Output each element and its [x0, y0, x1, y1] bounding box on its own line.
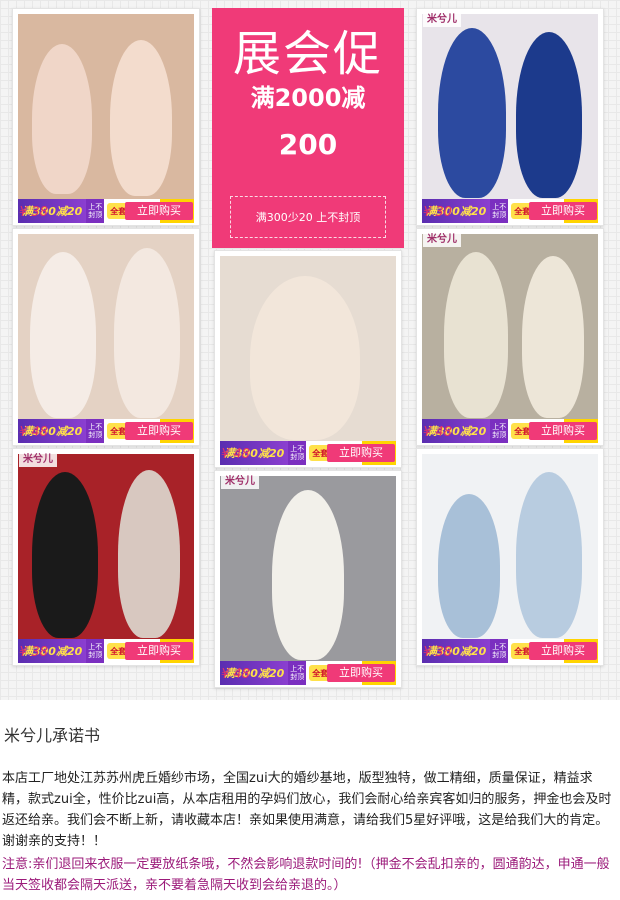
- banner-tag: 上不 封顶: [490, 639, 509, 663]
- buy-now-button[interactable]: 立即购买: [327, 444, 395, 462]
- product-card[interactable]: 满300减20 上不封顶 全套配齐 38 ¥ 38 立即购买: [12, 8, 200, 226]
- product-card[interactable]: 米兮儿 满300减20 上不封顶 全套配齐 58 ¥ 48 立即购买: [416, 228, 604, 446]
- banner-tag: 上不 封顶: [86, 199, 105, 223]
- product-card[interactable]: 米兮儿 满300减20 上不封顶 全套配齐 38 ¥ 38 立即购买: [12, 448, 200, 666]
- product-price: ¥ 30: [423, 205, 452, 220]
- product-price: ¥ 48: [423, 425, 452, 440]
- buy-now-button[interactable]: 立即购买: [529, 642, 597, 660]
- product-price: ¥ 38: [19, 645, 48, 660]
- product-price: ¥ 38: [423, 645, 452, 660]
- banner-tag: 上不 封顶: [288, 441, 307, 465]
- buy-now-button[interactable]: 立即购买: [125, 642, 193, 660]
- commitment-body: 本店工厂地处江苏苏州虎丘婚纱市场，全国zui大的婚纱基地，版型独特，做工精细，质…: [2, 771, 612, 849]
- promo-headline: 展会促: [232, 26, 383, 82]
- promo-amount: 200: [278, 128, 338, 161]
- product-price: ¥ 48: [221, 667, 250, 682]
- buy-now-button[interactable]: 立即购买: [529, 202, 597, 220]
- promo-subline: 满2000减: [250, 84, 366, 112]
- promo-tile[interactable]: 展会促 满2000减 200 满300少20 上不封顶: [212, 8, 404, 248]
- buy-now-button[interactable]: 立即购买: [529, 422, 597, 440]
- product-price: ¥ 48: [19, 425, 48, 440]
- commitment-title: 米兮儿承诺书: [4, 726, 101, 745]
- product-photo[interactable]: [18, 14, 194, 199]
- product-photo[interactable]: [220, 256, 396, 441]
- product-photo[interactable]: [18, 454, 194, 639]
- return-note: 注意:亲们退回来衣服一定要放纸条哦，不然会影响退款时间的!（押金不会乱扣亲的，圆…: [2, 857, 610, 893]
- product-grid: 满300减20 上不封顶 全套配齐 38 ¥ 38 立即购买 展会促 满2000…: [0, 0, 620, 700]
- product-price: ¥ 48: [221, 447, 250, 462]
- brand-logo: 米兮儿: [19, 453, 57, 467]
- buy-now-button[interactable]: 立即购买: [125, 422, 193, 440]
- product-photo[interactable]: [422, 454, 598, 639]
- buy-now-button[interactable]: 立即购买: [327, 664, 395, 682]
- banner-tag: 上不 封顶: [86, 639, 105, 663]
- brand-logo: 米兮儿: [423, 13, 461, 27]
- brand-logo: 米兮儿: [423, 233, 461, 247]
- brand-logo: 米兮儿: [221, 475, 259, 489]
- product-card[interactable]: 满300减20 上不封顶 全套配齐 48 ¥ 48 立即购买: [12, 228, 200, 446]
- product-card[interactable]: 满300减20 上不封顶 全套配齐 35 ¥ 38 立即购买: [416, 448, 604, 666]
- product-photo[interactable]: [422, 14, 598, 199]
- product-card[interactable]: 米兮儿 满300减20 上不封顶 全套配齐 38 ¥ 30 立即购买: [416, 8, 604, 226]
- product-card[interactable]: 满300减20 上不封顶 全套配齐 48 ¥ 48 立即购买: [214, 250, 402, 468]
- promo-note: 满300少20 上不封顶: [230, 196, 386, 238]
- banner-tag: 上不 封顶: [490, 199, 509, 223]
- banner-tag: 上不 封顶: [288, 661, 307, 685]
- product-photo[interactable]: [220, 476, 396, 661]
- banner-tag: 上不 封顶: [86, 419, 105, 443]
- commitment-section: 米兮儿承诺书 本店工厂地处江苏苏州虎丘婚纱市场，全国zui大的婚纱基地，版型独特…: [0, 700, 620, 900]
- product-card[interactable]: 米兮儿 满300减20 上不封顶 全套配齐 48 ¥ 48 立即购买: [214, 470, 402, 688]
- buy-now-button[interactable]: 立即购买: [125, 202, 193, 220]
- product-price: ¥ 38: [19, 205, 48, 220]
- product-photo[interactable]: [18, 234, 194, 419]
- banner-tag: 上不 封顶: [490, 419, 509, 443]
- product-photo[interactable]: [422, 234, 598, 419]
